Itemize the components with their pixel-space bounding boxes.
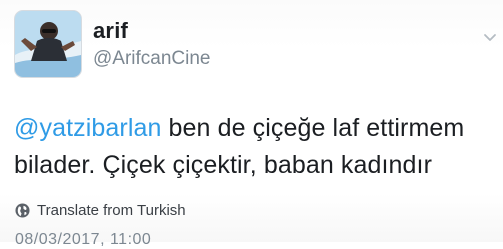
mention-link[interactable]: @yatzibarlan: [14, 114, 161, 142]
tweet-text-line2: bilader. Çiçek çiçektir, baban kadındır: [14, 151, 433, 179]
display-name[interactable]: arif: [93, 18, 128, 44]
tweet-card: arif @ArifcanCine @yatzibarlan ben de çi…: [0, 0, 503, 248]
globe-icon: [15, 202, 30, 218]
avatar-photo: [15, 11, 81, 77]
chevron-down-icon[interactable]: [483, 30, 497, 44]
tweet-text: @yatzibarlan ben de çiçeğe laf ettirmem …: [14, 110, 494, 184]
avatar[interactable]: [14, 10, 82, 78]
translate-label: Translate from Turkish: [37, 201, 186, 219]
translate-link[interactable]: Translate from Turkish: [15, 199, 186, 221]
username[interactable]: @ArifcanCine: [93, 48, 211, 70]
tweet-text-line1: ben de çiçeğe laf ettirmem: [161, 114, 465, 142]
timestamp: 08/03/2017, 11:00: [15, 231, 152, 248]
